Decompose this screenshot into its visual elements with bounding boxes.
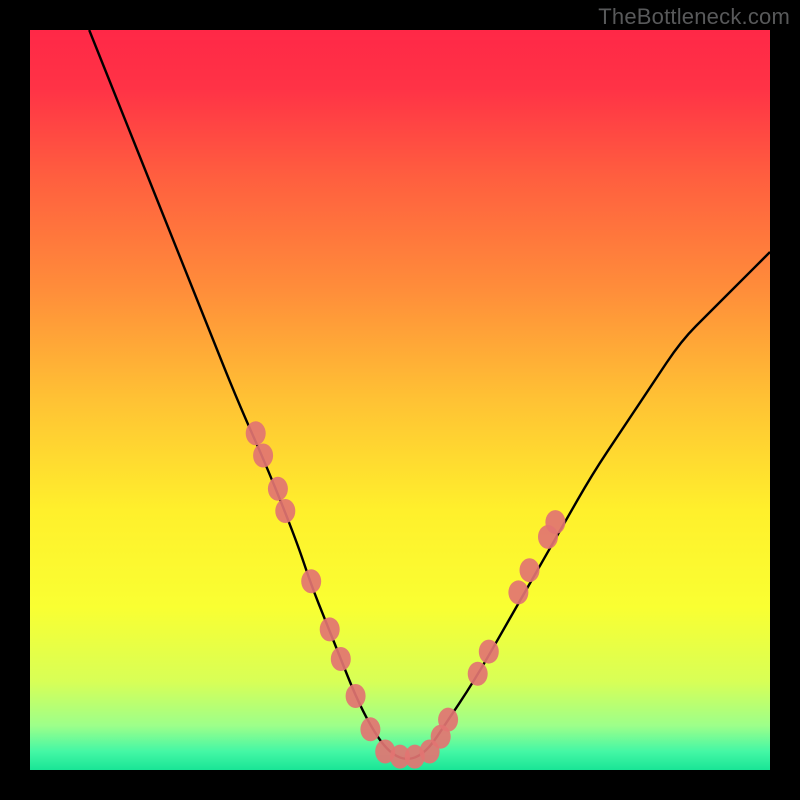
data-point <box>468 662 488 686</box>
data-point <box>253 444 273 468</box>
data-point <box>320 617 340 641</box>
data-point <box>275 499 295 523</box>
data-point <box>438 708 458 732</box>
chart-frame <box>30 30 770 770</box>
gradient-background <box>30 30 770 770</box>
data-point <box>268 477 288 501</box>
data-point <box>246 421 266 445</box>
bottleneck-chart <box>30 30 770 770</box>
data-point <box>331 647 351 671</box>
watermark-text: TheBottleneck.com <box>598 4 790 30</box>
data-point <box>301 569 321 593</box>
data-point <box>545 510 565 534</box>
data-point <box>360 717 380 741</box>
data-point <box>508 580 528 604</box>
data-point <box>520 558 540 582</box>
data-point <box>479 640 499 664</box>
data-point <box>346 684 366 708</box>
